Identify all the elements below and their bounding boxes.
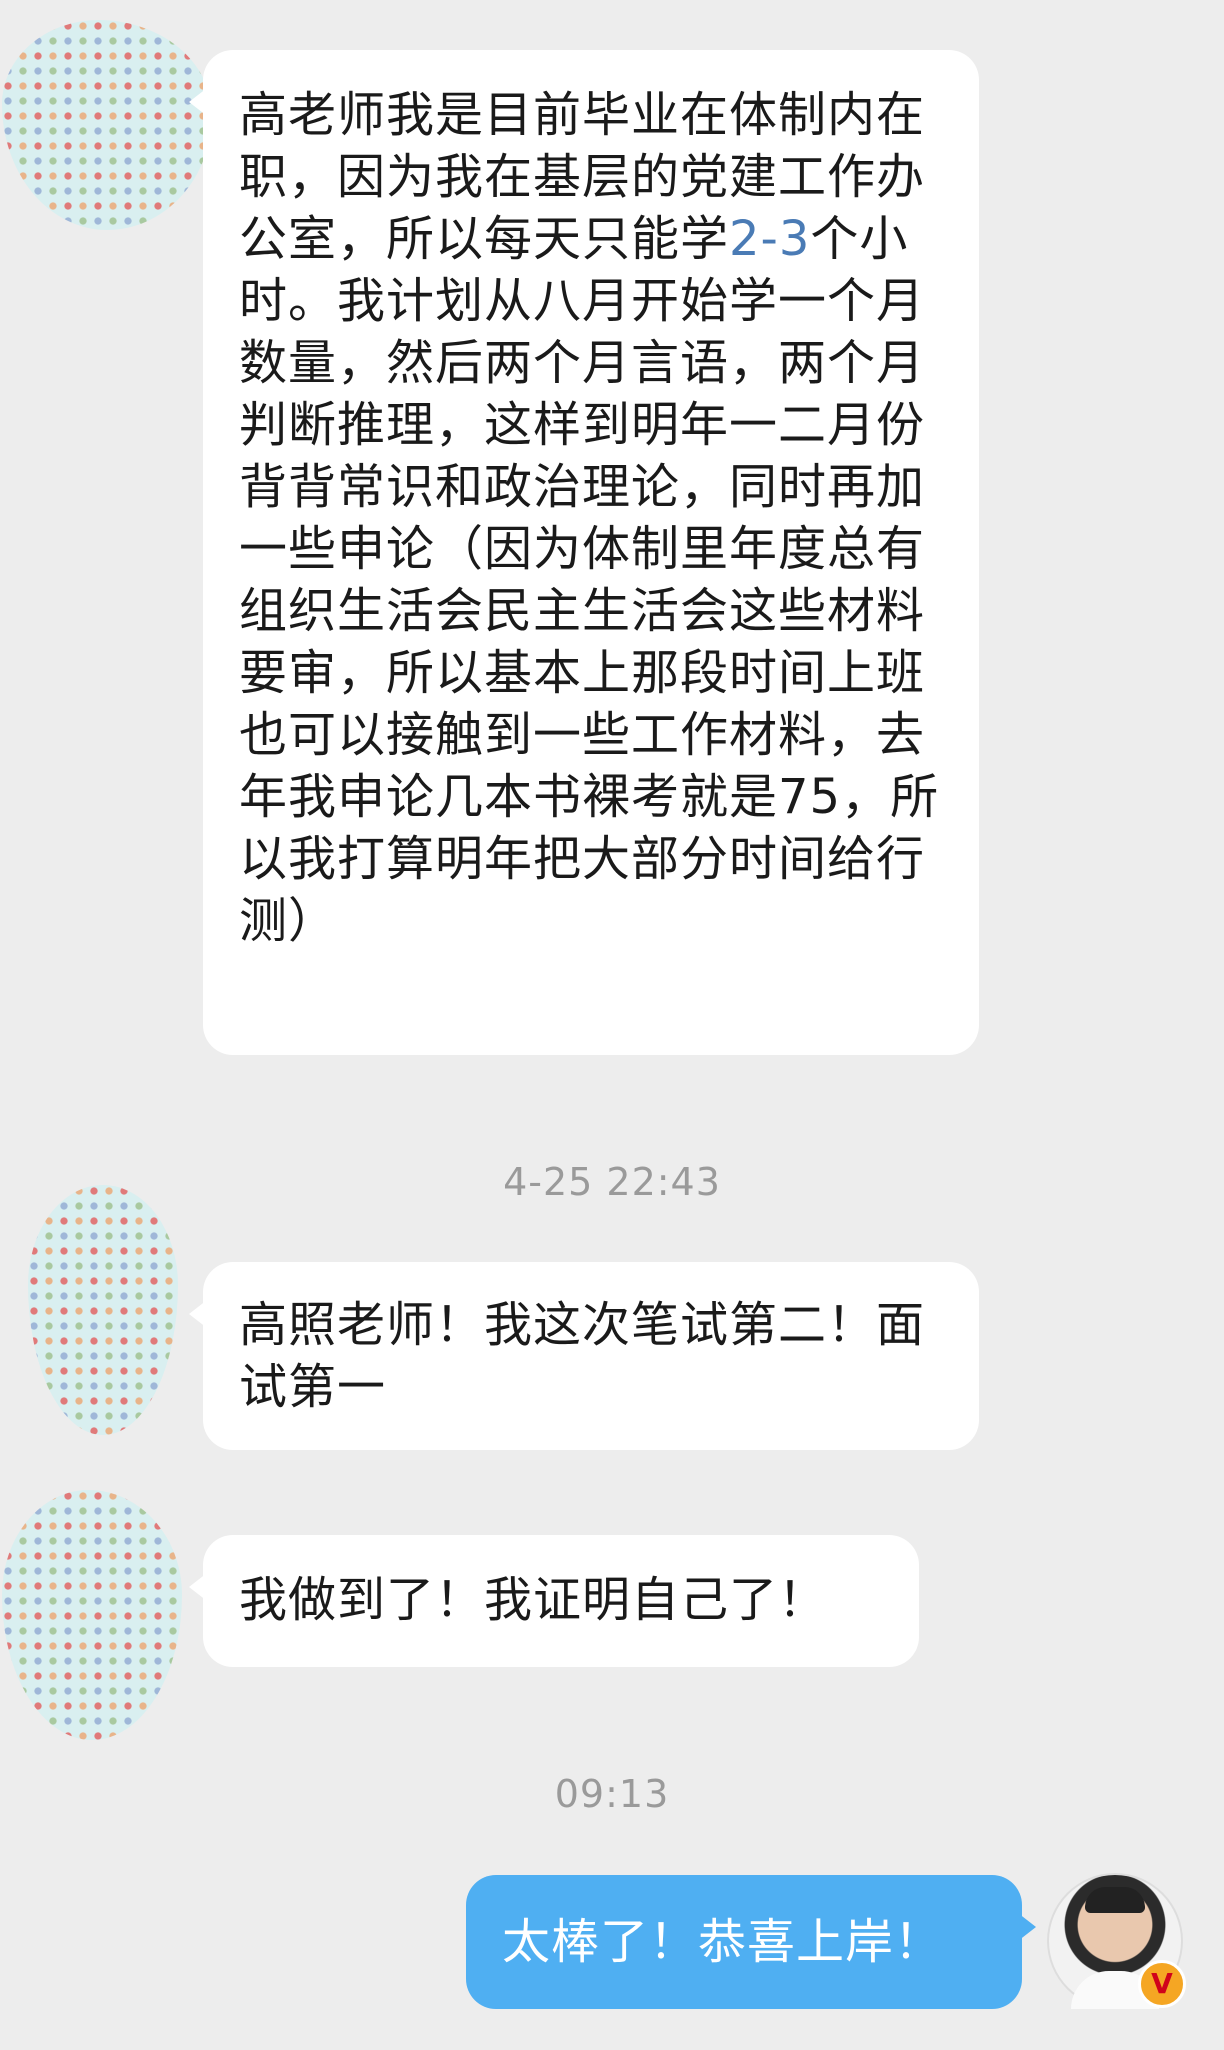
message-text: 高照老师！我这次笔试第二！面试第一 xyxy=(239,1297,926,1415)
avatar-hair xyxy=(1085,1887,1145,1913)
bubble-tail xyxy=(189,88,207,116)
incoming-message-bubble[interactable]: 高照老师！我这次笔试第二！面试第一 xyxy=(189,1262,979,1450)
outgoing-message-bubble[interactable]: 太棒了！恭喜上岸！ xyxy=(466,1875,1036,2009)
message-timestamp: 09:13 xyxy=(554,1772,670,1816)
message-timestamp: 4-25 22:43 xyxy=(503,1160,721,1204)
verified-badge-icon: V xyxy=(1138,1960,1186,2008)
bubble-tail xyxy=(189,1573,207,1601)
chat-screen: 高老师我是目前毕业在体制内在职，因为我在基层的党建工作办公室，所以每天只能学2-… xyxy=(0,0,1224,2050)
message-text: 太棒了！恭喜上岸！ xyxy=(502,1914,944,1970)
message-text: 我做到了！我证明自己了！ xyxy=(239,1572,828,1628)
message-number-link[interactable]: 2-3 xyxy=(729,211,810,267)
incoming-message-bubble[interactable]: 我做到了！我证明自己了！ xyxy=(189,1535,919,1667)
bubble-tail xyxy=(189,1300,207,1328)
contact-avatar-icon[interactable] xyxy=(2,1490,182,1740)
message-text-part: 个小时。我计划从八月开始学一个月数量，然后两个月言语，两个月判断推理，这样到明年… xyxy=(239,211,940,949)
bubble-tail xyxy=(1018,1913,1036,1941)
incoming-message-bubble[interactable]: 高老师我是目前毕业在体制内在职，因为我在基层的党建工作办公室，所以每天只能学2-… xyxy=(189,50,979,1055)
contact-avatar-icon[interactable] xyxy=(2,20,212,230)
contact-avatar-icon[interactable] xyxy=(28,1185,178,1435)
